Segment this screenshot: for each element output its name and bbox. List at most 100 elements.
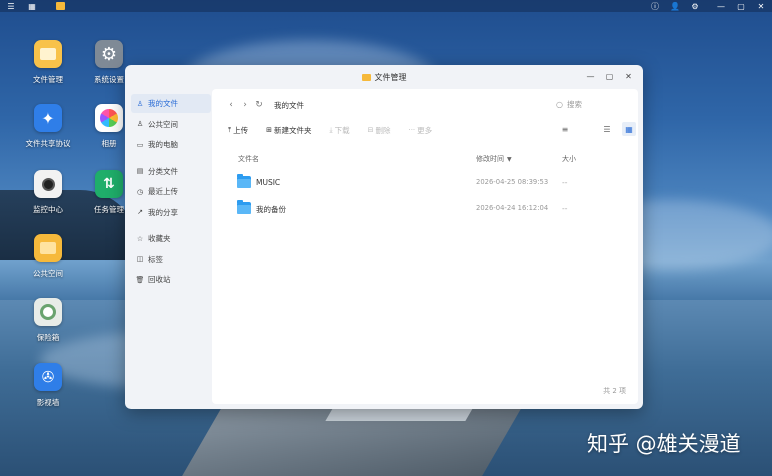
info-icon[interactable]: ⓘ <box>650 1 660 11</box>
user-icon[interactable]: 👤 <box>670 1 680 11</box>
file-modified: 2026-04-25 08:39:53 <box>476 178 549 186</box>
column-header-modified[interactable]: 修改时间 ▼ <box>476 154 512 164</box>
close-button[interactable]: ✕ <box>624 71 633 82</box>
sidebar: ♙ 我的文件 ♙ 公共空间 ▭ 我的电脑 ▤ 分类文件 ◷ 最近上传 ↗ 我的分… <box>131 94 211 291</box>
table-header: 文件名 修改时间 ▼ 大小 <box>236 154 616 168</box>
task-manager-icon: ⇅ <box>95 170 123 198</box>
sidebar-item-label: 分类文件 <box>148 166 178 176</box>
sidebar-item-label: 我的电脑 <box>148 140 178 149</box>
search-placeholder: 搜索 <box>566 100 582 109</box>
window-titlebar[interactable]: 文件管理 — ▢ ✕ <box>125 65 643 89</box>
people-icon: ♙ <box>136 120 144 128</box>
desktop-icon-monitoring[interactable]: 监控中心 <box>13 170 83 215</box>
sort-icon[interactable]: ≡ <box>558 122 572 136</box>
desktop-icon-label: 公共空间 <box>33 269 63 278</box>
close-icon[interactable]: ✕ <box>756 1 766 11</box>
desktop-icon-label: 文件共享协议 <box>25 139 71 148</box>
file-manager-window: 文件管理 — ▢ ✕ ♙ 我的文件 ♙ 公共空间 ▭ 我的电脑 ▤ 分类文件 ◷… <box>125 65 643 409</box>
sidebar-item-my-files[interactable]: ♙ 我的文件 <box>131 94 211 113</box>
sidebar-item-recycle-bin[interactable]: 🗑 回收站 <box>131 270 211 289</box>
list-view-icon[interactable]: ☰ <box>600 122 614 136</box>
column-header-name[interactable]: 文件名 <box>238 154 259 164</box>
folder-icon <box>237 200 251 214</box>
sidebar-item-label: 最近上传 <box>148 187 178 196</box>
search-input[interactable]: ○ 搜索 <box>550 97 630 112</box>
sidebar-item-label: 我的分享 <box>148 207 178 217</box>
camera-icon <box>34 170 62 198</box>
file-size: -- <box>562 204 568 213</box>
desktop-icon-label: 保险箱 <box>36 333 60 342</box>
desktop-icon-label: 影视墙 <box>36 398 60 407</box>
monitor-icon: ▭ <box>136 140 144 149</box>
folder-icon <box>237 174 251 188</box>
clock-icon: ◷ <box>136 187 144 196</box>
desktop-icon-media-wall[interactable]: ✇ 影视墙 <box>13 363 83 408</box>
watermark: 知乎 @雄关漫道 <box>587 432 741 456</box>
category-icon: ▤ <box>136 167 144 175</box>
desktop-icon-file-sharing[interactable]: ✦ 文件共享协议 <box>13 104 83 149</box>
file-manager-icon[interactable] <box>55 1 65 11</box>
table-row[interactable]: MUSIC 2026-04-25 08:39:53 -- <box>236 171 616 195</box>
tag-icon: ◫ <box>136 255 144 263</box>
delete-button[interactable]: ⊟ 删除 <box>368 125 391 136</box>
breadcrumb[interactable]: 我的文件 <box>274 100 304 111</box>
sidebar-item-label: 收藏夹 <box>148 234 171 243</box>
sidebar-item-recent-uploads[interactable]: ◷ 最近上传 <box>131 182 211 201</box>
sidebar-item-label: 回收站 <box>148 275 171 284</box>
file-modified: 2026-04-24 16:12:04 <box>476 204 549 212</box>
star-icon: ☆ <box>136 234 144 243</box>
sidebar-item-favorites[interactable]: ☆ 收藏夹 <box>131 229 211 248</box>
person-icon: ♙ <box>136 99 144 108</box>
sidebar-item-label: 我的文件 <box>148 99 178 108</box>
desktop-icon-label: 文件管理 <box>33 75 63 84</box>
new-folder-button[interactable]: ⊞ 新建文件夹 <box>266 125 311 136</box>
photos-flower-icon <box>95 104 123 132</box>
more-button[interactable]: ··· 更多 <box>408 125 432 136</box>
gear-icon[interactable]: ⚙ <box>690 1 700 11</box>
trash-icon: 🗑 <box>135 275 145 284</box>
file-name: 我的备份 <box>256 205 286 214</box>
new-folder-icon: ⊞ <box>266 126 272 134</box>
share-icon: ↗ <box>137 208 143 216</box>
sidebar-item-label: 公共空间 <box>148 119 178 129</box>
grid-view-icon[interactable]: ▦ <box>622 122 636 136</box>
upload-icon: ⤒ <box>228 125 232 134</box>
menu-icon[interactable]: ☰ <box>6 1 16 11</box>
desktop-icon-public-space[interactable]: 公共空间 <box>13 234 83 279</box>
upload-button[interactable]: ⤒ 上传 <box>228 125 248 136</box>
download-icon: ⤓ <box>329 125 333 134</box>
file-size: -- <box>562 178 568 187</box>
forward-icon[interactable]: › <box>238 100 252 110</box>
top-taskbar: ☰ ▦ ⓘ 👤 ⚙ — ▢ ✕ <box>0 0 772 12</box>
sidebar-item-label: 标签 <box>148 254 163 264</box>
view-switcher: ≡ ☰ ▦ <box>558 122 636 136</box>
column-header-size[interactable]: 大小 <box>562 154 576 164</box>
file-browser-pane: ‹ › ↻ 我的文件 ○ 搜索 ⤒ 上传 ⊞ 新建文件夹 ⤓ 下载 ⊟ 删除 ·… <box>212 89 638 404</box>
back-icon[interactable]: ‹ <box>224 100 238 110</box>
download-button[interactable]: ⤓ 下载 <box>329 125 349 136</box>
minimize-icon[interactable]: — <box>716 1 726 11</box>
table-row[interactable]: 我的备份 2026-04-24 16:12:04 -- <box>236 197 616 221</box>
trash-icon: ⊟ <box>367 126 374 134</box>
film-reel-icon: ✇ <box>34 363 62 391</box>
sidebar-item-categories[interactable]: ▤ 分类文件 <box>131 162 211 181</box>
sidebar-item-public-space[interactable]: ♙ 公共空间 <box>131 115 211 134</box>
window-title: 文件管理 <box>374 72 407 82</box>
sidebar-item-tags[interactable]: ◫ 标签 <box>131 250 211 269</box>
minimize-button[interactable]: — <box>586 71 595 82</box>
desktop-icon-file-manager[interactable]: 文件管理 <box>13 40 83 85</box>
refresh-icon[interactable]: ↻ <box>252 100 266 110</box>
apps-grid-icon[interactable]: ▦ <box>27 1 37 11</box>
more-icon: ··· <box>408 126 416 134</box>
maximize-button[interactable]: ▢ <box>605 71 614 82</box>
file-manager-icon <box>361 73 371 81</box>
desktop-icon-label: 监控中心 <box>33 205 63 214</box>
safe-box-icon <box>34 298 62 326</box>
desktop-icon-safe-box[interactable]: 保险箱 <box>13 298 83 343</box>
sort-descending-icon: ▼ <box>507 156 512 163</box>
restore-icon[interactable]: ▢ <box>736 1 746 11</box>
file-name: MUSIC <box>256 178 281 187</box>
sidebar-item-my-computer[interactable]: ▭ 我的电脑 <box>131 135 211 154</box>
sidebar-item-my-shares[interactable]: ↗ 我的分享 <box>131 203 211 222</box>
search-icon: ○ <box>556 100 563 109</box>
